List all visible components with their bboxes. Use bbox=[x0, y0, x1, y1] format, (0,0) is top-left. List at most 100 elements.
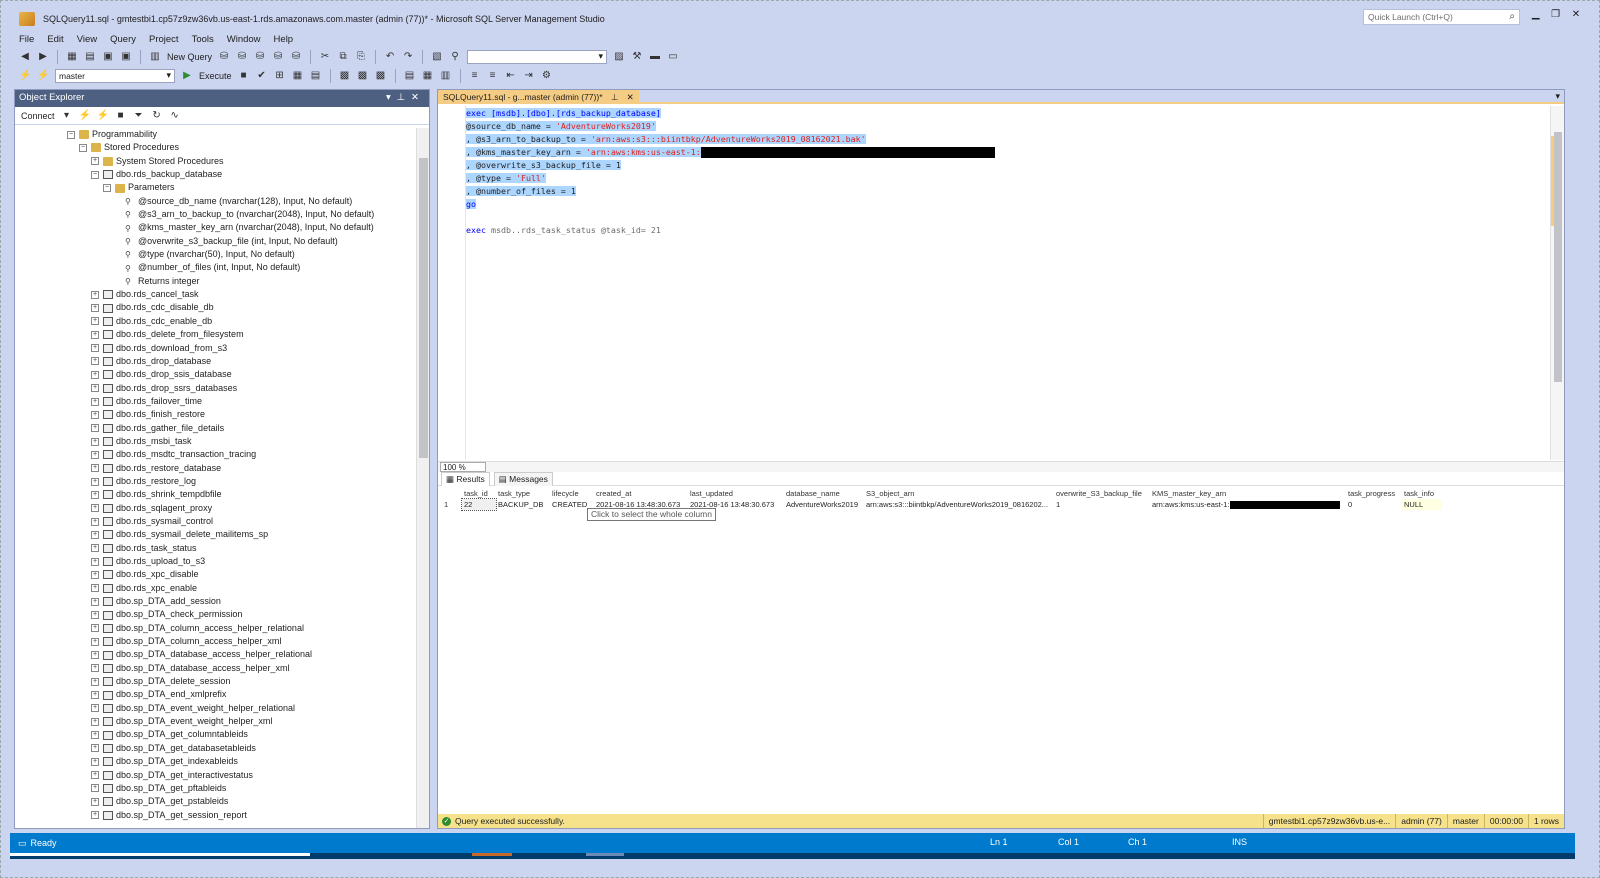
tree-node[interactable]: + System Stored Procedures bbox=[15, 155, 417, 168]
scrollbar-thumb[interactable] bbox=[419, 158, 428, 458]
tree-node[interactable]: + dbo.rds_sqlagent_proxy bbox=[15, 502, 417, 515]
expand-icon[interactable]: + bbox=[91, 357, 99, 366]
tree-node[interactable]: + dbo.rds_msdtc_transaction_tracing bbox=[15, 448, 417, 461]
menu-file[interactable]: File bbox=[19, 34, 34, 45]
toolbox-icon[interactable]: ▬ bbox=[649, 51, 661, 63]
table-cell[interactable]: arn:aws:s3:::biintbkp/AdventureWorks2019… bbox=[864, 499, 1054, 510]
tree-node[interactable]: + dbo.rds_delete_from_filesystem bbox=[15, 328, 417, 341]
column-header[interactable]: task_info bbox=[1402, 488, 1442, 499]
expand-icon[interactable]: + bbox=[91, 731, 99, 740]
zoom-select[interactable]: 100 % bbox=[440, 462, 486, 472]
expand-icon[interactable]: + bbox=[91, 490, 99, 499]
back-icon[interactable]: ◀ bbox=[19, 51, 31, 63]
cut-icon[interactable]: ✂ bbox=[319, 51, 331, 63]
column-header[interactable]: database_name bbox=[784, 488, 864, 499]
tree-node[interactable]: + dbo.rds_restore_database bbox=[15, 462, 417, 475]
tree-node[interactable]: + dbo.rds_finish_restore bbox=[15, 408, 417, 421]
find-combo[interactable] bbox=[467, 50, 608, 64]
connect-icon[interactable]: ⚡ bbox=[19, 70, 31, 82]
row-number[interactable]: 1 bbox=[442, 499, 462, 510]
tree-node[interactable]: + dbo.rds_restore_log bbox=[15, 475, 417, 488]
collapse-icon[interactable]: − bbox=[103, 184, 111, 192]
tree-node[interactable]: + dbo.sp_DTA_get_pstableids bbox=[15, 795, 417, 808]
tree-node[interactable]: + dbo.sp_DTA_column_access_helper_xml bbox=[15, 635, 417, 648]
sql-code[interactable]: exec [msdb].[dbo].[rds_backup_database] … bbox=[466, 107, 995, 237]
column-header[interactable]: lifecycle bbox=[550, 488, 594, 499]
expand-icon[interactable]: + bbox=[91, 544, 99, 553]
tree-node[interactable]: + dbo.sp_DTA_end_xmlprefix bbox=[15, 688, 417, 701]
menu-query[interactable]: Query bbox=[110, 34, 136, 45]
tree-node[interactable]: + dbo.rds_gather_file_details bbox=[15, 422, 417, 435]
decrease-indent-icon[interactable]: ⇤ bbox=[505, 70, 517, 82]
expand-icon[interactable]: + bbox=[91, 570, 99, 579]
tree-node[interactable]: + dbo.rds_msbi_task bbox=[15, 435, 417, 448]
expand-icon[interactable]: + bbox=[91, 410, 99, 419]
tab-results[interactable]: ▦ Results bbox=[441, 471, 490, 486]
column-header[interactable]: task_id bbox=[462, 488, 496, 499]
expand-icon[interactable]: + bbox=[91, 330, 99, 339]
tree-node[interactable]: − dbo.rds_backup_database bbox=[15, 168, 417, 181]
tree-node[interactable]: + dbo.rds_xpc_enable bbox=[15, 582, 417, 595]
expand-icon[interactable]: + bbox=[91, 704, 99, 713]
expand-icon[interactable]: + bbox=[91, 784, 99, 793]
tree-node[interactable]: + dbo.rds_upload_to_s3 bbox=[15, 555, 417, 568]
dmx-query-icon[interactable]: ⛁ bbox=[272, 51, 284, 63]
increase-indent-icon[interactable]: ⇥ bbox=[523, 70, 535, 82]
close-button[interactable]: ✕ bbox=[1572, 9, 1580, 27]
xmla-query-icon[interactable]: ⛁ bbox=[290, 51, 302, 63]
expand-icon[interactable]: + bbox=[91, 637, 99, 646]
results-grid[interactable]: task_id task_type lifecycle created_at last_… bbox=[442, 488, 1542, 521]
new-project-icon[interactable]: ▦ bbox=[66, 51, 78, 63]
expand-icon[interactable]: + bbox=[91, 370, 99, 379]
connect-button[interactable]: Connect bbox=[21, 111, 55, 121]
tab-dropdown-icon[interactable]: ▾ bbox=[1555, 91, 1560, 102]
expand-icon[interactable]: + bbox=[91, 424, 99, 433]
connect-dropdown-icon[interactable]: ▾ bbox=[61, 110, 73, 122]
uncomment-icon[interactable]: ≡ bbox=[487, 70, 499, 82]
column-header[interactable]: KMS_master_key_arn bbox=[1150, 488, 1346, 499]
expand-icon[interactable]: + bbox=[91, 344, 99, 353]
disconnect-icon[interactable]: ⚡ bbox=[97, 110, 109, 122]
expand-icon[interactable]: + bbox=[91, 517, 99, 526]
tree-node[interactable]: + dbo.sp_DTA_column_access_helper_relatio… bbox=[15, 622, 417, 635]
expand-icon[interactable]: + bbox=[91, 797, 99, 806]
tree-node[interactable]: − Stored Procedures bbox=[15, 141, 417, 154]
redo-icon[interactable]: ↷ bbox=[402, 51, 414, 63]
results-to-grid-icon[interactable]: ▦ bbox=[422, 70, 434, 82]
column-header[interactable]: task_progress bbox=[1346, 488, 1402, 499]
tree-node[interactable]: + dbo.sp_DTA_delete_session bbox=[15, 675, 417, 688]
paste-icon[interactable]: ⎘ bbox=[355, 51, 367, 63]
new-query-button[interactable]: New Query bbox=[167, 52, 212, 62]
execute-icon[interactable]: ▶ bbox=[181, 70, 193, 82]
column-header[interactable]: last_updated bbox=[688, 488, 784, 499]
tree-node[interactable]: ⚲ @number_of_files (int, Input, No defaul… bbox=[15, 261, 417, 274]
tree-node[interactable]: ⚲ @type (nvarchar(50), Input, No default) bbox=[15, 248, 417, 261]
column-header[interactable]: created_at bbox=[594, 488, 688, 499]
connect-icon[interactable]: ⚡ bbox=[79, 110, 91, 122]
display-plan-icon[interactable]: ⊞ bbox=[274, 70, 286, 82]
change-connection-icon[interactable]: ⚡ bbox=[37, 70, 49, 82]
expand-icon[interactable]: + bbox=[91, 397, 99, 406]
close-tab-icon[interactable]: ✕ bbox=[627, 92, 634, 102]
scrollbar-thumb[interactable] bbox=[1554, 132, 1562, 382]
activity-monitor-icon[interactable]: ∿ bbox=[169, 110, 181, 122]
query-designer-icon[interactable]: ▦ bbox=[292, 70, 304, 82]
tree-node[interactable]: + dbo.sp_DTA_database_access_helper_xml bbox=[15, 662, 417, 675]
filter-icon[interactable]: ⏷ bbox=[133, 110, 145, 122]
table-cell[interactable]: AdventureWorks2019 bbox=[784, 499, 864, 510]
tree-node[interactable]: − Programmability bbox=[15, 128, 417, 141]
expand-icon[interactable]: + bbox=[91, 584, 99, 593]
tree-node[interactable]: + dbo.rds_download_from_s3 bbox=[15, 342, 417, 355]
expand-icon[interactable]: + bbox=[91, 437, 99, 446]
analysis-query-icon[interactable]: ⛁ bbox=[236, 51, 248, 63]
tree-node[interactable]: + dbo.rds_drop_ssrs_databases bbox=[15, 382, 417, 395]
open-file-icon[interactable]: ▤ bbox=[84, 51, 96, 63]
tree-node[interactable]: + dbo.rds_sysmail_delete_mailitems_sp bbox=[15, 528, 417, 541]
table-cell[interactable]: 22 bbox=[461, 498, 497, 511]
live-stats-icon[interactable]: ▩ bbox=[375, 70, 387, 82]
parse-icon[interactable]: ✔ bbox=[256, 70, 268, 82]
expand-icon[interactable]: + bbox=[91, 664, 99, 673]
stop-icon[interactable]: ■ bbox=[238, 70, 250, 82]
expand-icon[interactable]: + bbox=[91, 557, 99, 566]
stop-icon[interactable]: ■ bbox=[115, 110, 127, 122]
